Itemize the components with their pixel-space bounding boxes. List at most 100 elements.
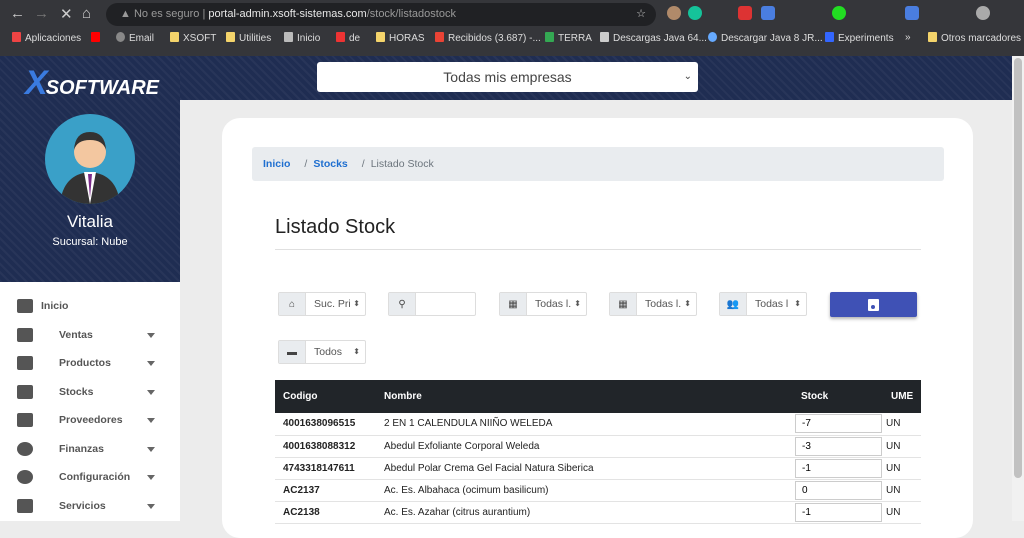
star-icon[interactable]: ☆: [636, 3, 646, 26]
user-name: Vitalia: [67, 212, 113, 231]
extension-icon[interactable]: [905, 6, 919, 20]
bookmarks-bar: Aplicaciones Email XSOFT Utilities Inici…: [0, 29, 1024, 49]
sidebar-item-configuracion[interactable]: Configuración: [0, 463, 180, 492]
sidebar-item-stocks[interactable]: Stocks: [0, 378, 180, 407]
cell-codigo: 4001638096515: [275, 413, 376, 436]
chevron-down-icon: ⌄: [683, 71, 692, 82]
cell-stock: [795, 457, 883, 480]
subcategory-filter[interactable]: ▦ Todas l. ⬍: [609, 292, 697, 316]
profile-avatar[interactable]: [976, 6, 990, 20]
supplier-filter[interactable]: 👥 Todas l ⬍: [719, 292, 807, 316]
back-icon[interactable]: ←: [10, 5, 25, 22]
cell-nombre: 2 EN 1 CALENDULA NIIÑO WELEDA: [376, 413, 795, 436]
bookmark[interactable]: Descargar Java 8 JR...: [708, 32, 823, 44]
stock-input[interactable]: [795, 458, 882, 478]
cell-codigo: AC2137: [275, 479, 376, 502]
sidebar-item-proveedores[interactable]: Proveedores: [0, 406, 180, 435]
bookmark[interactable]: Experiments: [825, 32, 894, 44]
cart-icon: [17, 327, 33, 342]
warning-icon: ▲: [120, 8, 134, 20]
grid-small-icon: ▦: [610, 293, 637, 315]
extension-icon[interactable]: [738, 6, 752, 20]
col-ume: UME: [883, 380, 921, 413]
archive-icon: ▬: [279, 341, 306, 363]
table-row: 4001638088312 Abedul Exfoliante Corporal …: [275, 435, 921, 458]
top-header: Todas mis empresas ⌄: [180, 56, 1012, 100]
extension-icon[interactable]: [761, 6, 775, 20]
cell-nombre: Ac. Es. Albahaca (ocimum basilicum): [376, 479, 795, 502]
breadcrumb-stocks[interactable]: Stocks: [313, 158, 347, 170]
truck-icon: [17, 384, 33, 399]
caret-down-icon: [147, 389, 155, 399]
company-select[interactable]: Todas mis empresas ⌄: [317, 62, 698, 92]
dollar-icon: [17, 441, 33, 456]
stock-input[interactable]: [795, 436, 882, 456]
table-row: 4743318147611 Abedul Polar Crema Gel Faci…: [275, 457, 921, 480]
branch-filter[interactable]: ⌂ Suc. Pri ⬍: [278, 292, 366, 316]
stock-input[interactable]: [795, 414, 882, 434]
cell-stock: [795, 479, 883, 502]
status-filter[interactable]: ▬ Todos ⬍: [278, 340, 366, 364]
sidebar-item-servicios[interactable]: Servicios: [0, 492, 180, 521]
bookmark[interactable]: Utilities: [226, 32, 271, 44]
extension-icon[interactable]: [688, 6, 702, 20]
avatar: [45, 114, 135, 204]
users-icon: 👥: [720, 293, 747, 315]
extension-icon[interactable]: [832, 6, 846, 20]
stock-input[interactable]: [795, 480, 882, 500]
bookmark[interactable]: XSOFT: [170, 32, 216, 44]
cell-codigo: 4743318147611: [275, 457, 376, 480]
bookmark[interactable]: Aplicaciones: [12, 32, 81, 44]
stop-icon[interactable]: ✕: [60, 5, 73, 23]
search-input[interactable]: ⚲: [388, 292, 476, 316]
bookmark[interactable]: Inicio: [284, 32, 320, 44]
table-row: 4001638096515 2 EN 1 CALENDULA NIIÑO WELE…: [275, 413, 921, 436]
breadcrumb: Inicio / Stocks / Listado Stock: [252, 147, 944, 181]
bookmark[interactable]: Otros marcadores: [928, 32, 1021, 44]
home-icon[interactable]: ⌂: [82, 5, 91, 22]
bookmark[interactable]: HORAS: [376, 32, 425, 44]
bookmark[interactable]: Recibidos (3.687) -...: [435, 32, 541, 44]
scrollbar[interactable]: [1012, 56, 1024, 521]
stock-input[interactable]: [795, 502, 882, 522]
content-card: Inicio / Stocks / Listado Stock Listado Stoc…: [222, 118, 973, 538]
cell-ume: UN: [883, 457, 921, 480]
forward-icon[interactable]: →: [34, 5, 49, 22]
breadcrumb-inicio[interactable]: Inicio: [263, 158, 290, 170]
caret-down-icon: [147, 361, 155, 370]
bookmarks-overflow[interactable]: »: [905, 32, 911, 43]
tag-icon: [17, 356, 33, 371]
laptop-icon: [17, 498, 33, 513]
sidebar-item-productos[interactable]: Productos: [0, 349, 180, 378]
divider: [275, 249, 921, 250]
table-row: AC2137 Ac. Es. Albahaca (ocimum basilicum…: [275, 479, 921, 502]
bookmark[interactable]: Email: [116, 32, 154, 44]
extension-icon[interactable]: [667, 6, 681, 20]
bookmark[interactable]: TERRA: [545, 32, 592, 44]
bookmark[interactable]: [91, 32, 104, 44]
bookmark[interactable]: de: [336, 32, 360, 44]
sidebar-item-finanzas[interactable]: Finanzas: [0, 435, 180, 464]
save-button[interactable]: [830, 292, 917, 317]
address-bar[interactable]: ▲ No es seguro | portal-admin.xsoft-sist…: [106, 3, 656, 26]
col-nombre: Nombre: [376, 380, 795, 413]
cell-stock: [795, 501, 883, 524]
sidebar-item-ventas[interactable]: Ventas: [0, 321, 180, 350]
category-filter[interactable]: ▦ Todas l. ⬍: [499, 292, 587, 316]
cell-codigo: AC2138: [275, 501, 376, 524]
caret-down-icon: [147, 475, 155, 484]
cell-ume: UN: [883, 413, 921, 436]
logo: XSOFTWARE: [25, 64, 160, 102]
caret-down-icon: [147, 446, 155, 456]
cell-codigo: 4001638088312: [275, 435, 376, 458]
cell-stock: [795, 435, 883, 458]
sidebar: XSOFTWARE Vitalia Sucursal: Nube Inicio …: [0, 56, 180, 521]
stock-table: Codigo Nombre Stock UME 4001638096515 2 E…: [275, 380, 921, 524]
cell-nombre: Abedul Exfoliante Corporal Weleda: [376, 435, 795, 458]
cell-ume: UN: [883, 435, 921, 458]
sidebar-item-inicio[interactable]: Inicio: [0, 292, 180, 321]
bookmark[interactable]: Descargas Java 64...: [600, 32, 707, 44]
col-stock: Stock: [795, 380, 883, 413]
cell-stock: [795, 413, 883, 436]
col-codigo: Codigo: [275, 380, 376, 413]
